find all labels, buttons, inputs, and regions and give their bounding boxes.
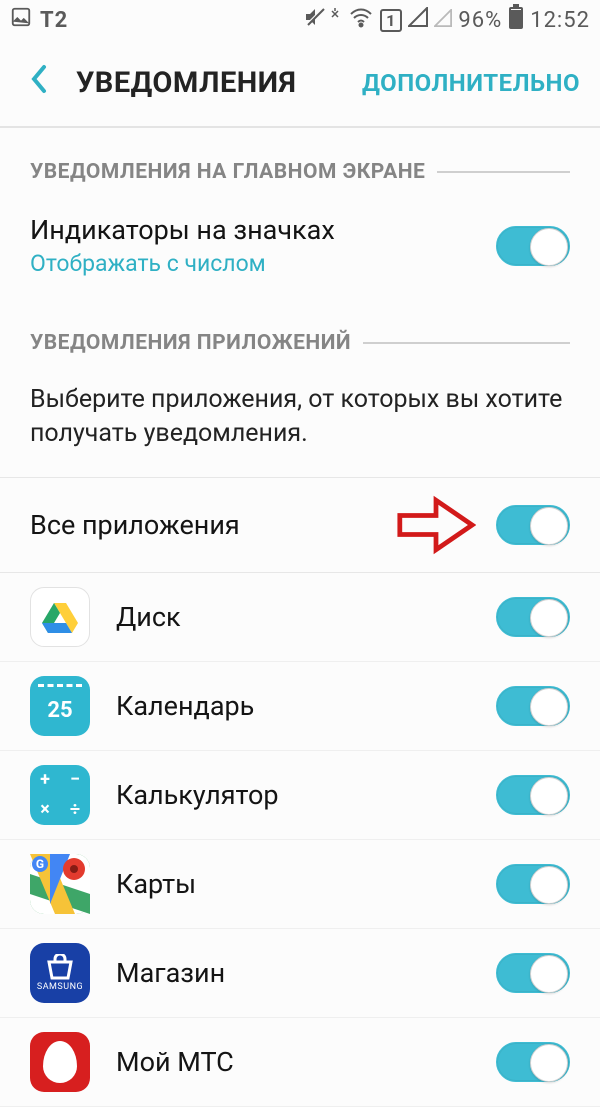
clock: 12:52 [530, 8, 590, 33]
arrow-highlight-icon [396, 500, 476, 550]
page-title: УВЕДОМЛЕНИЯ [76, 66, 296, 100]
battery-percent: 96% [458, 8, 502, 33]
status-bar: T2 1 96% 12:52 [0, 0, 600, 40]
back-button[interactable] [28, 61, 58, 105]
app-row[interactable]: G Карты [0, 840, 600, 929]
app-icon-calculator: +−×÷ [30, 765, 90, 825]
signal-icon-1 [408, 7, 428, 33]
wifi-icon [348, 5, 374, 35]
app-name-label: Мой МТС [116, 1046, 496, 1078]
app-icon-mts [30, 1032, 90, 1092]
sim-icon: 1 [380, 9, 402, 32]
switch-app-calc[interactable] [496, 775, 570, 815]
all-apps-label: Все приложения [30, 509, 396, 541]
advanced-button[interactable]: ДОПОЛНИТЕЛЬНО [362, 69, 580, 97]
signal-icon-2 [434, 8, 452, 33]
app-name-label: Диск [116, 601, 496, 633]
app-name-label: Магазин [116, 957, 496, 989]
switch-app-store[interactable] [496, 953, 570, 993]
app-row[interactable]: +−×÷ Калькулятор [0, 751, 600, 840]
app-icon-maps: G [30, 854, 90, 914]
app-name-label: Калькулятор [116, 779, 496, 811]
pref-all-apps[interactable]: Все приложения [0, 477, 600, 573]
divider [363, 342, 570, 344]
switch-app-maps[interactable] [496, 864, 570, 904]
pref-icon-badges[interactable]: Индикаторы на значках Отображать с число… [0, 192, 600, 299]
section-title: УВЕДОМЛЕНИЯ ПРИЛОЖЕНИЙ [30, 331, 351, 355]
app-name-label: Карты [116, 868, 496, 900]
app-row[interactable]: Мой МТС [0, 1018, 600, 1107]
divider [437, 171, 570, 173]
section-app-notifications: УВЕДОМЛЕНИЯ ПРИЛОЖЕНИЙ [0, 299, 600, 363]
battery-icon [508, 4, 524, 36]
section-description: Выберите приложения, от которых вы хотит… [0, 363, 600, 477]
app-row[interactable]: 25 Календарь [0, 662, 600, 751]
switch-all-apps[interactable] [496, 505, 570, 545]
section-title: УВЕДОМЛЕНИЯ НА ГЛАВНОМ ЭКРАНЕ [30, 160, 425, 184]
app-row[interactable]: SAMSUNG Магазин [0, 929, 600, 1018]
pref-title: Индикаторы на значках [30, 214, 496, 246]
switch-app-calendar[interactable] [496, 686, 570, 726]
app-name-label: Календарь [116, 690, 496, 722]
app-icon-drive [30, 587, 90, 647]
app-icon-store: SAMSUNG [30, 943, 90, 1003]
app-icon-calendar: 25 [30, 676, 90, 736]
section-home-screen-notifications: УВЕДОМЛЕНИЯ НА ГЛАВНОМ ЭКРАНЕ [0, 128, 600, 192]
carrier-label: T2 [40, 8, 68, 33]
switch-app-mts[interactable] [496, 1042, 570, 1082]
app-row[interactable]: Диск [0, 573, 600, 662]
svg-text:G: G [36, 857, 44, 871]
switch-app-drive[interactable] [496, 597, 570, 637]
app-header: УВЕДОМЛЕНИЯ ДОПОЛНИТЕЛЬНО [0, 40, 600, 128]
pref-subtitle: Отображать с числом [30, 250, 496, 277]
switch-icon-badges[interactable] [496, 226, 570, 266]
gallery-icon [10, 6, 32, 34]
mute-icon [303, 5, 342, 35]
